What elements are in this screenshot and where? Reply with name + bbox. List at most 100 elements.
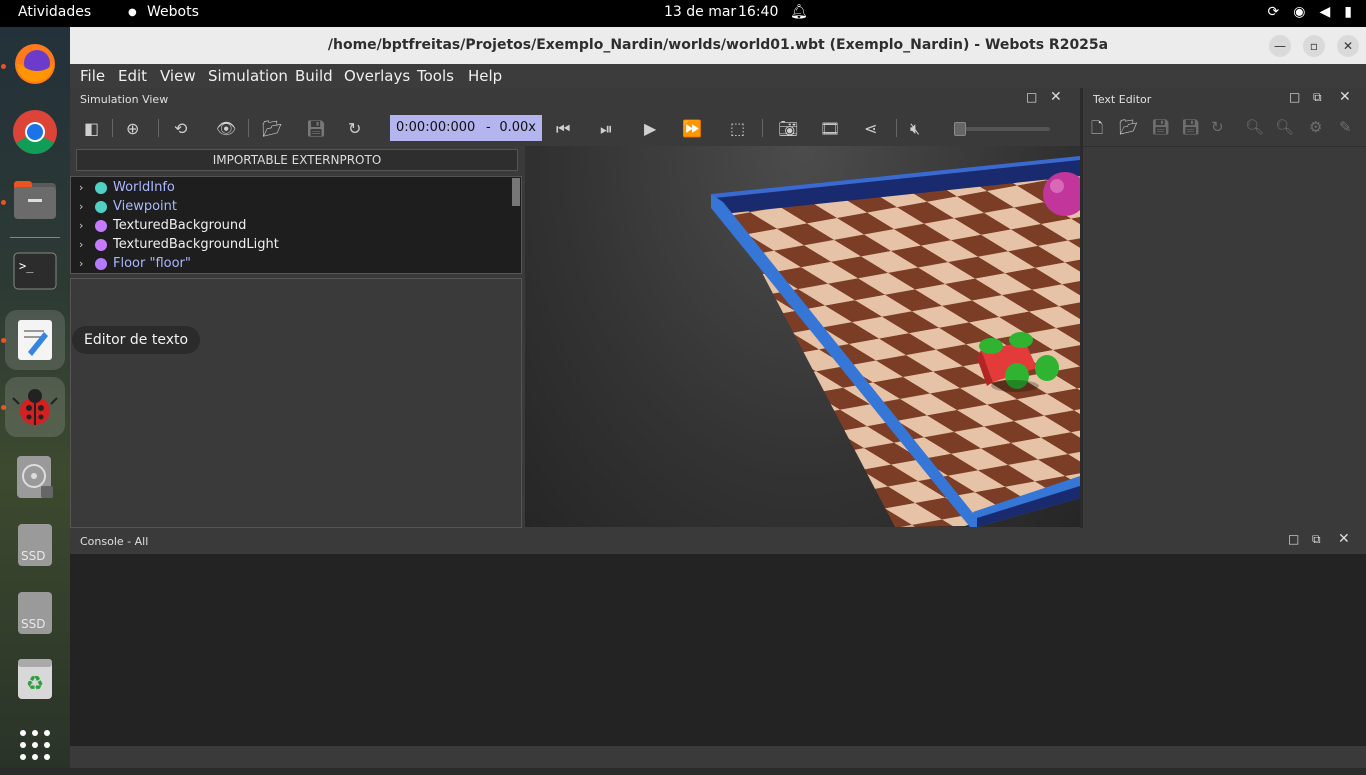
app-menu[interactable]: Webots — [147, 4, 199, 20]
toggle-scene-tree-icon[interactable]: ◧ — [84, 119, 99, 138]
maximize-icon[interactable]: ▫ — [1303, 35, 1325, 57]
reset-view-icon[interactable]: ⟲ — [174, 119, 187, 138]
text-editor-panel: Text Editor □ ⧉ ✕ 🗋 📂︎ 💾︎ 💾︎ ↻ 🔍︎ 🔍︎ ⚙ ✎ — [1082, 88, 1366, 528]
close-icon[interactable]: ✕ — [1337, 35, 1359, 57]
svg-text:♻: ♻ — [26, 671, 44, 695]
volume-slider-handle[interactable] — [954, 122, 966, 136]
reset-simulation-icon[interactable]: ⏮ — [556, 119, 570, 139]
menu-file[interactable]: File — [80, 67, 105, 85]
chevron-right-icon[interactable]: › — [79, 181, 95, 194]
update-icon[interactable]: ⟳ — [1268, 4, 1280, 20]
chevron-right-icon[interactable]: › — [79, 257, 95, 270]
tree-node-viewpoint[interactable]: › Viewpoint — [79, 197, 177, 216]
scene-tree[interactable]: › WorldInfo › Viewpoint › TexturedBackgr… — [70, 176, 522, 274]
webots-icon[interactable] — [5, 377, 65, 437]
open-world-icon[interactable]: 📂︎ — [262, 119, 282, 138]
volume-slider[interactable] — [954, 122, 1050, 136]
importable-externproto-button[interactable]: IMPORTABLE EXTERNPROTO — [76, 149, 518, 171]
battery-icon[interactable]: ▮ — [1344, 4, 1352, 20]
tree-node-floor[interactable]: › Floor "floor" — [79, 254, 191, 273]
clock-date[interactable]: 13 de mar — [664, 4, 736, 20]
panel-maximize-icon[interactable]: □ — [1289, 90, 1300, 104]
panel-float-icon[interactable]: ⧉ — [1313, 90, 1322, 105]
menu-tools[interactable]: Tools — [417, 67, 454, 85]
record-movie-icon[interactable]: 🎞︎ — [820, 119, 840, 138]
panel-maximize-icon[interactable]: □ — [1288, 532, 1299, 546]
ssd-icon[interactable]: SSD — [5, 583, 65, 643]
play-icon[interactable]: ▶ — [644, 119, 656, 138]
system-tray[interactable]: ⟳ ◉ ◀︎ ▮ — [1268, 4, 1352, 20]
save-file-icon[interactable]: 💾︎ — [1151, 118, 1170, 136]
files-icon[interactable] — [5, 170, 65, 230]
step-icon[interactable]: ⏯ — [600, 119, 613, 139]
simulation-time-display: 0:00:00:000 - 0.00x — [390, 115, 542, 141]
menu-edit[interactable]: Edit — [118, 67, 147, 85]
screenshot-icon[interactable]: 📷︎ — [778, 119, 798, 138]
firefox-icon[interactable] — [5, 34, 65, 94]
replace-icon[interactable]: 🔍︎ — [1275, 118, 1294, 136]
menu-simulation[interactable]: Simulation — [208, 67, 288, 85]
new-file-icon[interactable]: 🗋 — [1091, 118, 1103, 143]
dock-tooltip: Editor de texto — [72, 326, 201, 354]
reload-world-icon[interactable]: ↻ — [348, 119, 361, 138]
menu-help[interactable]: Help — [468, 67, 502, 85]
save-as-icon[interactable]: 💾︎ — [1181, 118, 1200, 136]
terminal-icon[interactable]: >_ — [5, 241, 65, 301]
eye-icon[interactable]: 👁︎ — [216, 119, 236, 138]
text-editor-area[interactable] — [1083, 146, 1366, 528]
share-icon[interactable]: ⋖ — [864, 119, 877, 138]
fast-forward-icon[interactable]: ⏩ — [682, 119, 702, 138]
tree-node-textured-background-light[interactable]: › TexturedBackgroundLight — [79, 235, 279, 254]
minimize-icon[interactable]: — — [1269, 35, 1291, 57]
chevron-right-icon[interactable]: › — [79, 219, 95, 232]
scene-tree-scrollbar[interactable] — [512, 178, 520, 206]
wifi-icon[interactable]: ◉ — [1293, 4, 1305, 20]
activities-button[interactable]: Atividades — [18, 4, 91, 20]
rendering-cube-icon[interactable]: ⬚ — [730, 119, 745, 138]
volume-icon[interactable]: ◀︎ — [1320, 4, 1331, 20]
text-editor-icon[interactable] — [5, 310, 65, 370]
disk-icon[interactable] — [5, 447, 65, 507]
window-title-bar[interactable]: /home/bptfreitas/Projetos/Exemplo_Nardin… — [70, 27, 1366, 64]
panel-close-icon[interactable]: ✕ — [1050, 89, 1062, 105]
open-file-icon[interactable]: 📂︎ — [1119, 118, 1138, 136]
toolbar-separator — [248, 119, 249, 137]
menu-overlays[interactable]: Overlays — [344, 67, 410, 85]
menu-build[interactable]: Build — [295, 67, 333, 85]
find-icon[interactable]: 🔍︎ — [1245, 118, 1264, 136]
clock-time[interactable]: 16:40 — [738, 4, 778, 20]
mute-icon[interactable]: 🔇︎ — [910, 119, 920, 139]
recycle-icon[interactable]: ♻ — [5, 649, 65, 709]
ssd-icon[interactable]: SSD — [5, 515, 65, 575]
tree-node-textured-background[interactable]: › TexturedBackground — [79, 216, 246, 235]
build-icon[interactable]: ⚙ — [1309, 118, 1322, 136]
tree-node-worldinfo[interactable]: › WorldInfo — [79, 178, 175, 197]
chevron-right-icon[interactable]: › — [79, 200, 95, 213]
simulation-time: 0:00:00:000 — [396, 120, 476, 135]
revert-icon[interactable]: ↻ — [1211, 118, 1224, 136]
dock-separator — [10, 237, 60, 238]
console-title: Console - All — [80, 535, 149, 548]
3d-viewport[interactable] — [525, 146, 1080, 527]
system-top-bar: Atividades ● Webots 13 de mar 16:40 🔔︎ ⟳… — [0, 0, 1366, 27]
add-node-icon[interactable]: ⊕ — [126, 119, 139, 138]
panel-close-icon[interactable]: ✕ — [1339, 89, 1351, 105]
app-grid-icon[interactable] — [5, 715, 65, 775]
notification-bell-icon[interactable]: 🔔︎ — [790, 4, 808, 20]
tree-node-label: Floor "floor" — [113, 256, 191, 271]
console-output[interactable] — [70, 554, 1366, 746]
panel-float-icon[interactable]: ⧉ — [1312, 532, 1321, 547]
panel-maximize-icon[interactable]: □ — [1026, 90, 1037, 104]
menu-view[interactable]: View — [160, 67, 196, 85]
tree-node-label: Viewpoint — [113, 199, 178, 214]
save-world-icon[interactable]: 💾︎ — [306, 119, 326, 138]
node-icon — [95, 200, 107, 213]
tree-node-label: TexturedBackgroundLight — [113, 237, 279, 252]
toolbar-separator — [158, 119, 159, 137]
simulation-view-title: Simulation View — [80, 93, 169, 106]
chevron-right-icon[interactable]: › — [79, 238, 95, 251]
panel-close-icon[interactable]: ✕ — [1338, 531, 1350, 547]
clean-icon[interactable]: ✎ — [1339, 118, 1352, 136]
chrome-icon[interactable] — [5, 102, 65, 162]
3d-scene — [711, 156, 1080, 527]
